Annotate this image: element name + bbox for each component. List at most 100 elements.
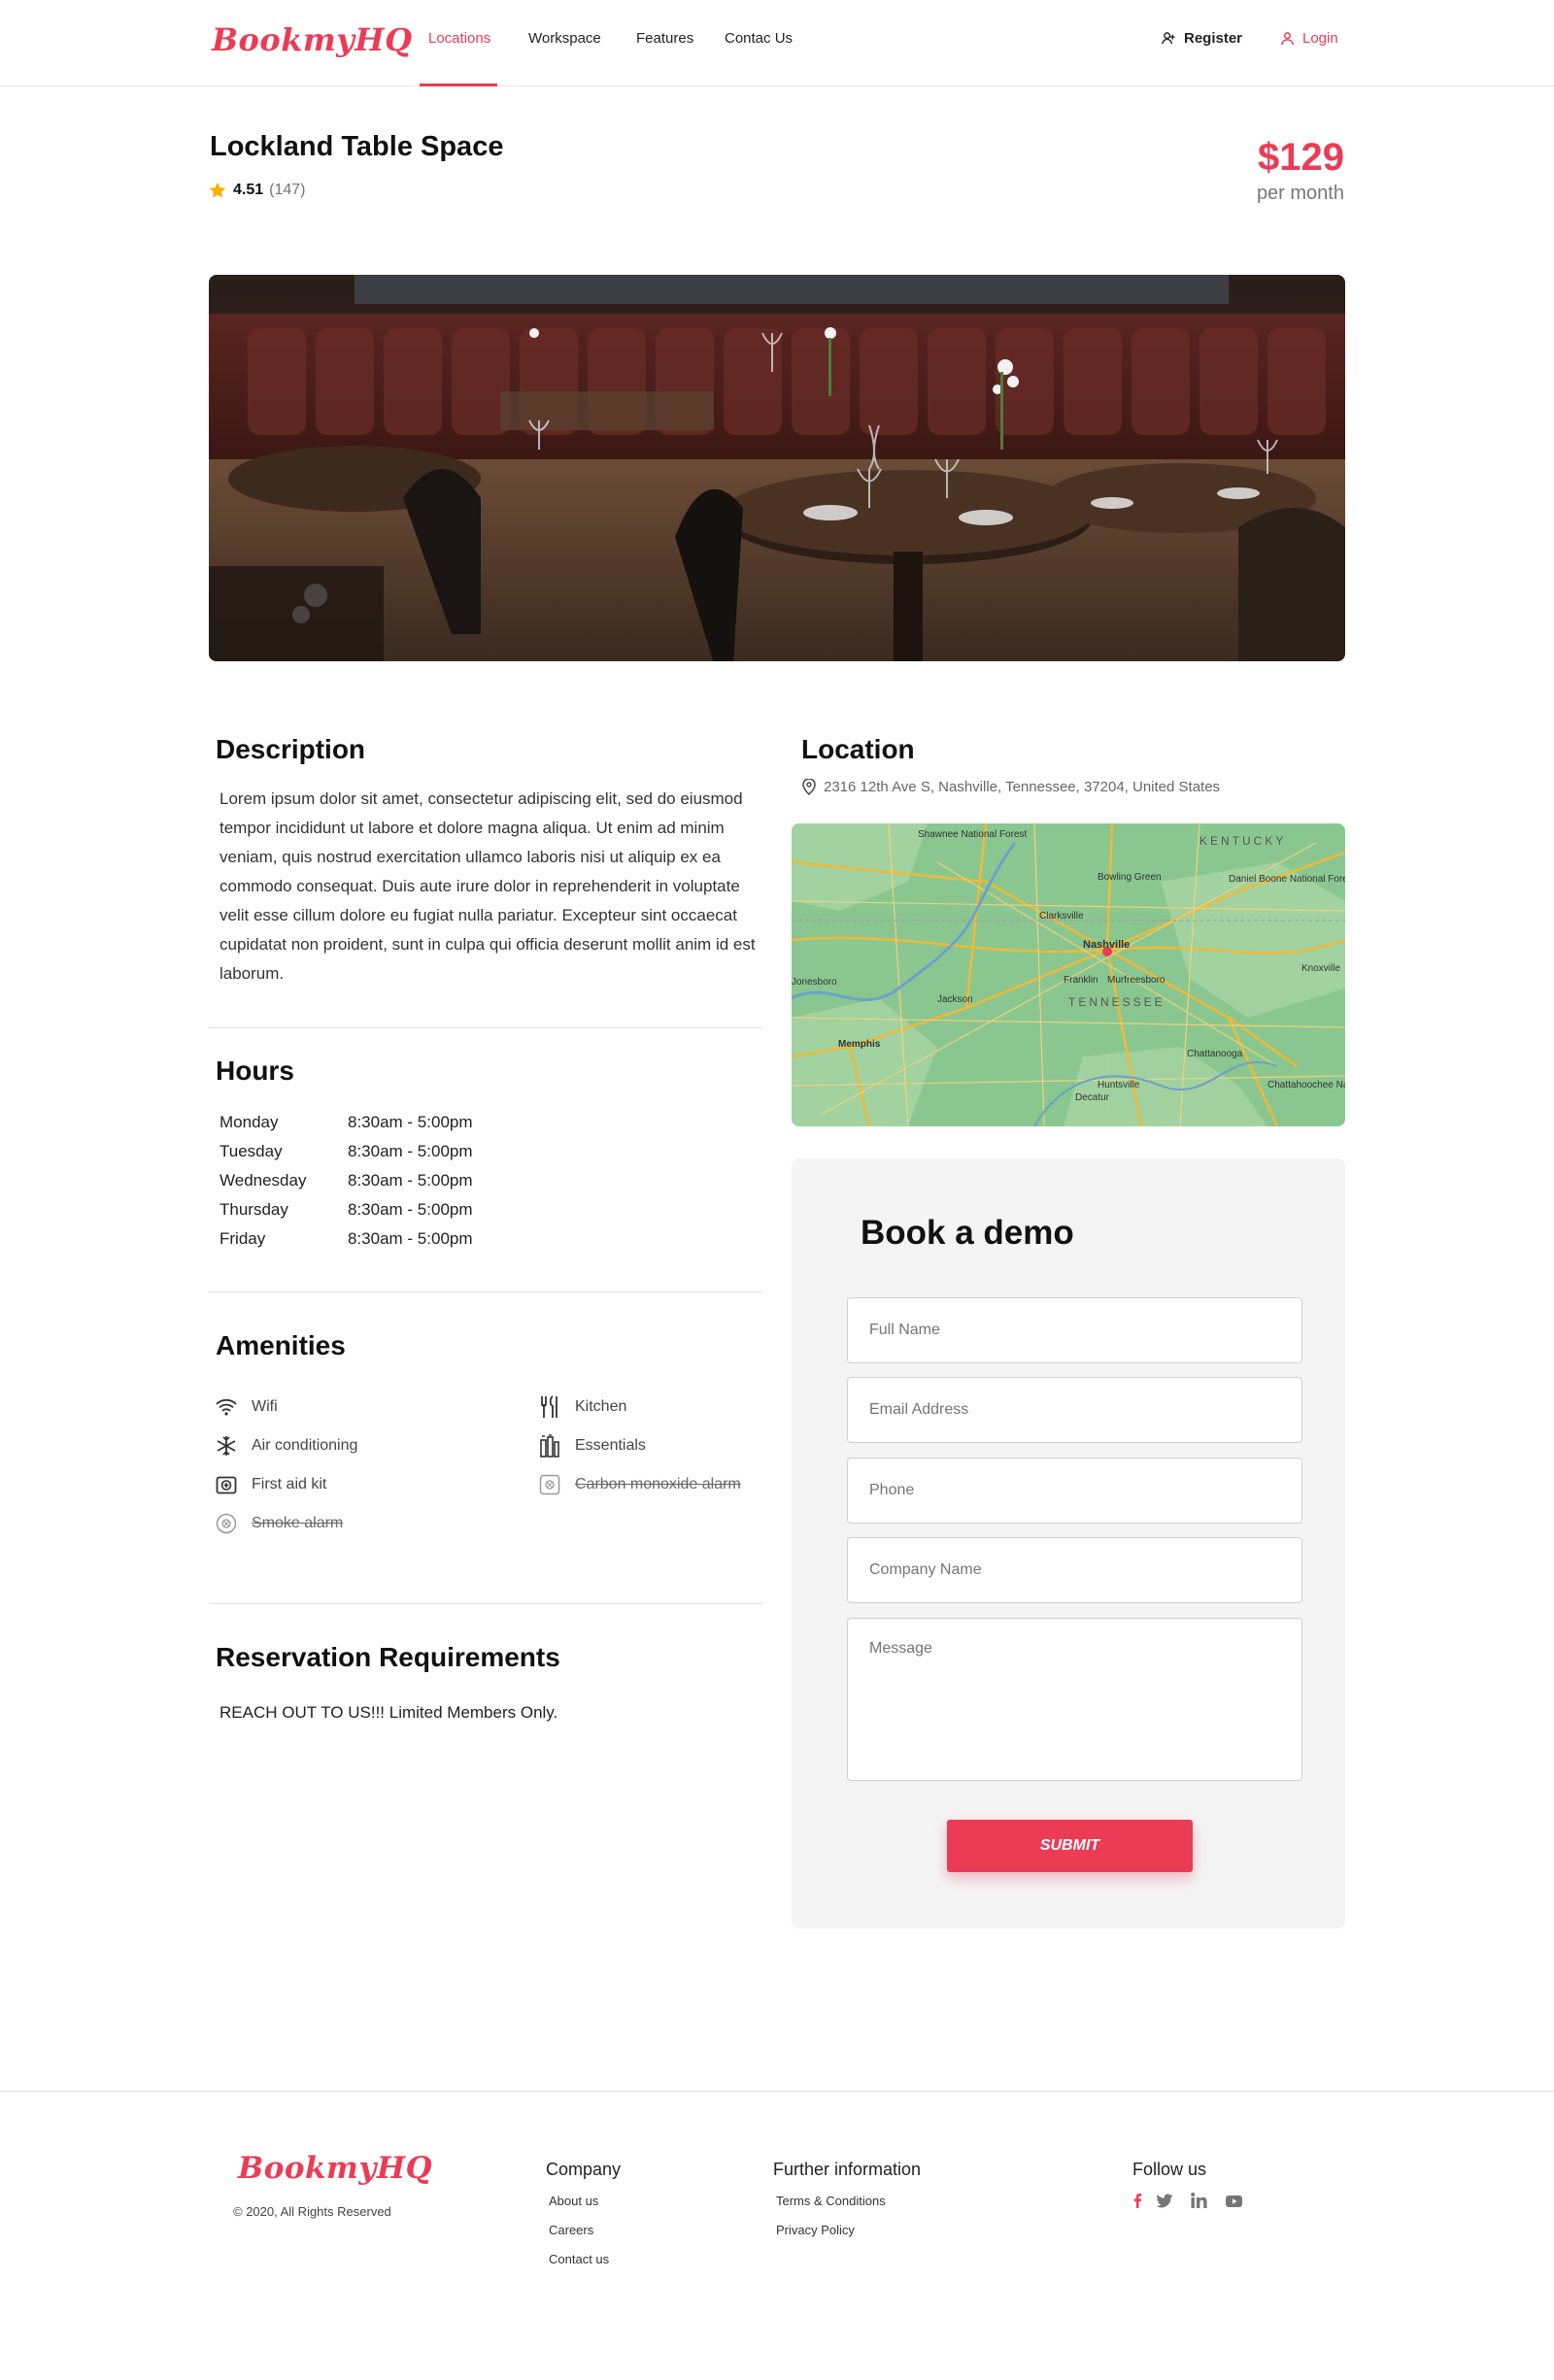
first-aid-icon bbox=[215, 1473, 238, 1496]
map-label: Knoxville bbox=[1301, 963, 1340, 974]
phone-input[interactable] bbox=[847, 1458, 1302, 1524]
hours-day: Wednesday bbox=[220, 1171, 307, 1190]
map-label: KENTUCKY bbox=[1199, 834, 1286, 848]
hours-row: Friday 8:30am - 5:00pm bbox=[220, 1224, 473, 1254]
footer-link-privacy[interactable]: Privacy Policy bbox=[776, 2223, 855, 2237]
login-label: Login bbox=[1302, 30, 1338, 47]
footer-link-careers[interactable]: Careers bbox=[549, 2223, 593, 2237]
co-alarm-icon bbox=[538, 1473, 561, 1496]
map-label: Murfreesboro bbox=[1107, 975, 1166, 986]
footer-logo[interactable]: BookmyHQ bbox=[238, 2151, 432, 2186]
footer-follow-heading: Follow us bbox=[1132, 2160, 1207, 2179]
nav-workspace[interactable]: Workspace bbox=[528, 30, 601, 47]
map-label: Jonesboro bbox=[792, 977, 837, 988]
map-label: TENNESSEE bbox=[1068, 995, 1166, 1009]
essentials-icon bbox=[538, 1434, 561, 1458]
footer-link-contact[interactable]: Contact us bbox=[549, 2252, 609, 2266]
amenity-essentials: Essentials bbox=[538, 1434, 646, 1458]
hours-time: 8:30am - 5:00pm bbox=[348, 1229, 473, 1248]
map-label: Decatur bbox=[1075, 1092, 1110, 1103]
map-label: Memphis bbox=[838, 1039, 881, 1050]
rating: 4.51 (147) bbox=[208, 181, 306, 200]
message-textarea[interactable] bbox=[847, 1618, 1302, 1781]
wifi-icon bbox=[215, 1395, 238, 1419]
register-label: Register bbox=[1184, 30, 1243, 47]
map-label: Bowling Green bbox=[1098, 872, 1162, 883]
hours-day: Thursday bbox=[220, 1200, 288, 1219]
amenity-label: First aid kit bbox=[252, 1476, 327, 1492]
map-label: Chattanooga bbox=[1187, 1049, 1243, 1059]
nav-locations[interactable]: Locations bbox=[428, 30, 490, 47]
hours-time: 8:30am - 5:00pm bbox=[348, 1113, 473, 1131]
email-input[interactable] bbox=[847, 1377, 1302, 1443]
register-link[interactable]: Register bbox=[1162, 30, 1242, 47]
price-unit: per month bbox=[1256, 183, 1344, 204]
nav-contact[interactable]: Contac Us bbox=[725, 30, 793, 47]
hours-time: 8:30am - 5:00pm bbox=[348, 1171, 473, 1190]
user-icon bbox=[1281, 32, 1294, 46]
footer-info-heading: Further information bbox=[773, 2160, 922, 2179]
map-label: Chattahoochee National Forest bbox=[1267, 1080, 1345, 1090]
footer-link-terms[interactable]: Terms & Conditions bbox=[776, 2194, 886, 2208]
hours-row: Monday 8:30am - 5:00pm bbox=[220, 1108, 473, 1137]
description-text: Lorem ipsum dolor sit amet, consectetur … bbox=[220, 789, 756, 983]
amenity-kitchen: Kitchen bbox=[538, 1395, 626, 1419]
nav-features[interactable]: Features bbox=[636, 30, 693, 47]
linkedin-icon[interactable] bbox=[1191, 2193, 1207, 2213]
amenity-label: Carbon monoxide alarm bbox=[575, 1476, 741, 1492]
form-title: Book a demo bbox=[861, 1214, 1074, 1252]
address: 2316 12th Ave S, Nashville, Tennessee, 3… bbox=[802, 779, 1220, 795]
hours-day: Friday bbox=[220, 1229, 266, 1248]
location-heading: Location bbox=[801, 734, 915, 764]
address-text: 2316 12th Ave S, Nashville, Tennessee, 3… bbox=[824, 779, 1221, 795]
location-map[interactable]: Shawnee National Forest KENTUCKY Bowling… bbox=[792, 823, 1345, 1126]
smoke-alarm-icon bbox=[215, 1512, 238, 1535]
hours-table: Monday 8:30am - 5:00pm Tuesday 8:30am - 5:… bbox=[220, 1108, 473, 1254]
description-heading: Description bbox=[216, 734, 366, 764]
hours-row: Tuesday 8:30am - 5:00pm bbox=[220, 1137, 473, 1166]
listing-title: Lockland Table Space bbox=[210, 131, 504, 162]
hours-day: Monday bbox=[220, 1113, 279, 1131]
amenity-label: Wifi bbox=[252, 1398, 278, 1415]
map-label: Huntsville bbox=[1098, 1080, 1140, 1090]
hours-row: Thursday 8:30am - 5:00pm bbox=[220, 1195, 473, 1224]
top-nav: BookmyHQ Locations Workspace Features Co… bbox=[0, 0, 1554, 86]
hero-image bbox=[209, 275, 1345, 661]
snowflake-icon bbox=[215, 1434, 238, 1458]
map-label: Franklin bbox=[1064, 975, 1098, 986]
amenity-air-conditioning: Air conditioning bbox=[215, 1434, 357, 1458]
footer-link-about[interactable]: About us bbox=[549, 2194, 598, 2208]
map-label: Jackson bbox=[937, 994, 973, 1005]
divider bbox=[209, 1027, 762, 1028]
logo[interactable]: BookmyHQ bbox=[212, 21, 412, 58]
youtube-icon[interactable] bbox=[1226, 2195, 1242, 2212]
divider bbox=[209, 1603, 762, 1604]
amenity-label: Kitchen bbox=[575, 1398, 627, 1415]
nav-active-indicator bbox=[420, 84, 497, 86]
facebook-icon[interactable] bbox=[1132, 2193, 1142, 2213]
amenity-label: Essentials bbox=[575, 1437, 646, 1454]
map-pin-icon bbox=[802, 779, 816, 795]
amenity-label: Smoke alarm bbox=[252, 1515, 344, 1531]
twitter-icon[interactable] bbox=[1156, 2194, 1173, 2213]
footer-divider bbox=[0, 2091, 1554, 2092]
star-icon bbox=[209, 182, 226, 198]
amenities-heading: Amenities bbox=[216, 1330, 346, 1360]
login-link[interactable]: Login bbox=[1280, 30, 1338, 47]
company-input[interactable] bbox=[847, 1537, 1302, 1603]
submit-button[interactable]: SUBMIT bbox=[947, 1820, 1193, 1872]
footer-company-heading: Company bbox=[546, 2160, 622, 2179]
rating-score: 4.51 bbox=[233, 182, 264, 198]
review-count: (147) bbox=[269, 182, 306, 198]
full-name-input[interactable] bbox=[847, 1297, 1302, 1363]
hours-heading: Hours bbox=[216, 1056, 294, 1086]
map-label: Daniel Boone National Forest bbox=[1229, 874, 1345, 885]
requirements-text: REACH OUT TO US!!! Limited Members Only. bbox=[220, 1703, 558, 1722]
copyright: © 2020, All Rights Reserved bbox=[233, 2204, 391, 2219]
hours-time: 8:30am - 5:00pm bbox=[348, 1200, 473, 1219]
kitchen-icon bbox=[538, 1395, 561, 1419]
map-label: Shawnee National Forest bbox=[918, 829, 1028, 840]
divider bbox=[209, 1291, 762, 1292]
map-label: Nashville bbox=[1083, 939, 1130, 951]
amenity-co-alarm: Carbon monoxide alarm bbox=[538, 1473, 741, 1496]
